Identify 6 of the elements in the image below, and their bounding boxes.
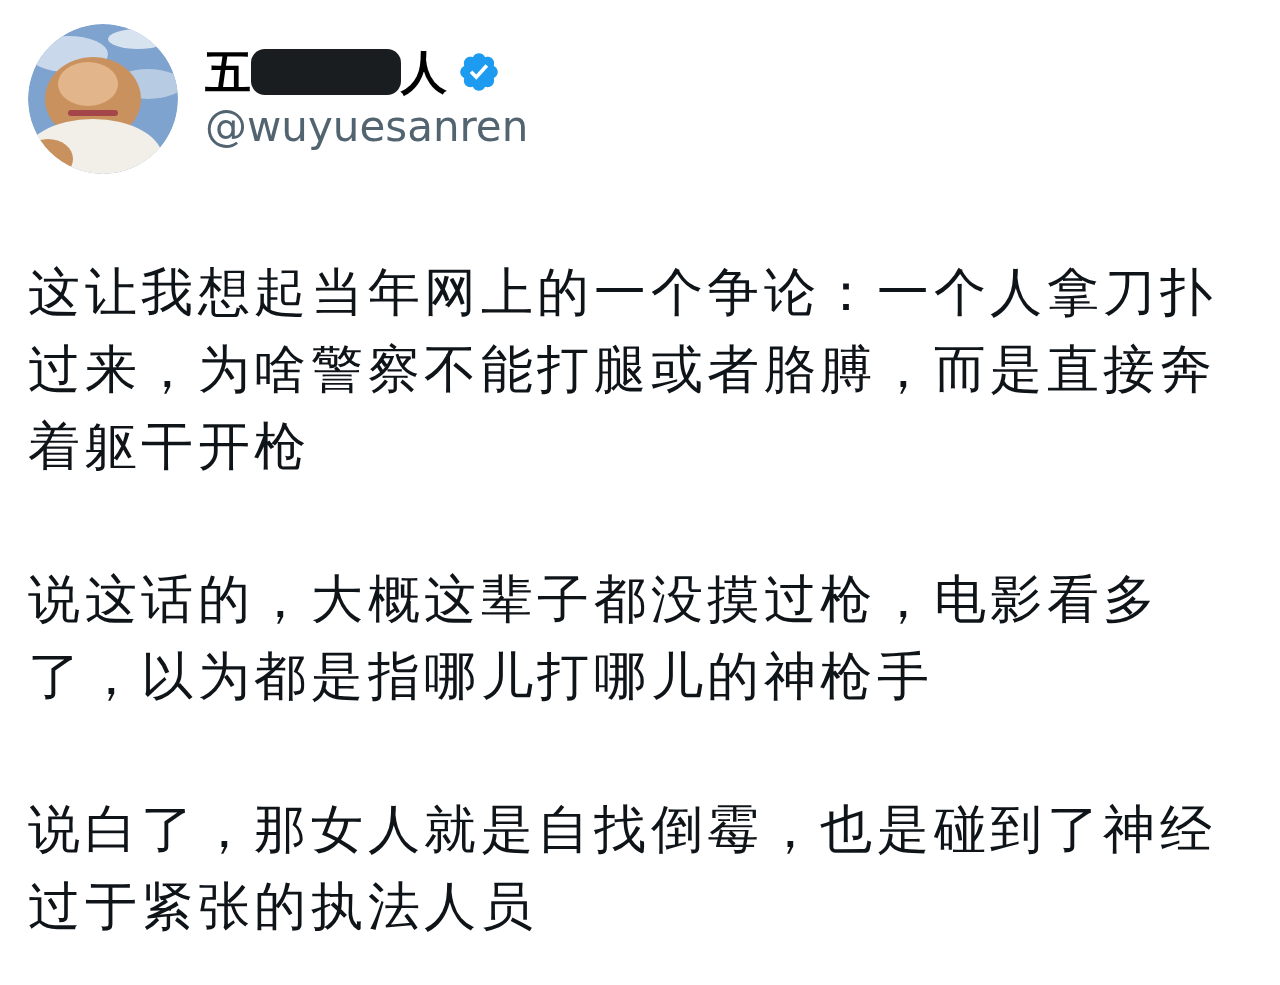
display-name: 五 — [205, 48, 251, 95]
post-paragraph: 说白了，那女人就是自找倒霉，也是碰到了神经过于紧张的执法人员 — [28, 798, 1218, 938]
post-paragraph: 这让我想起当年网上的一个争论：一个人拿刀扑过来，为啥警察不能打腿或者胳膊，而是直接奔着躯干开枪 — [28, 261, 1218, 478]
display-name: 人 — [401, 48, 447, 95]
user-handle: @wuyuesanren — [205, 100, 529, 153]
post-paragraph: 说这话的，大概这辈子都没摸过枪，电影看多了，以为都是指哪儿打哪儿的神枪手 — [28, 568, 1161, 708]
